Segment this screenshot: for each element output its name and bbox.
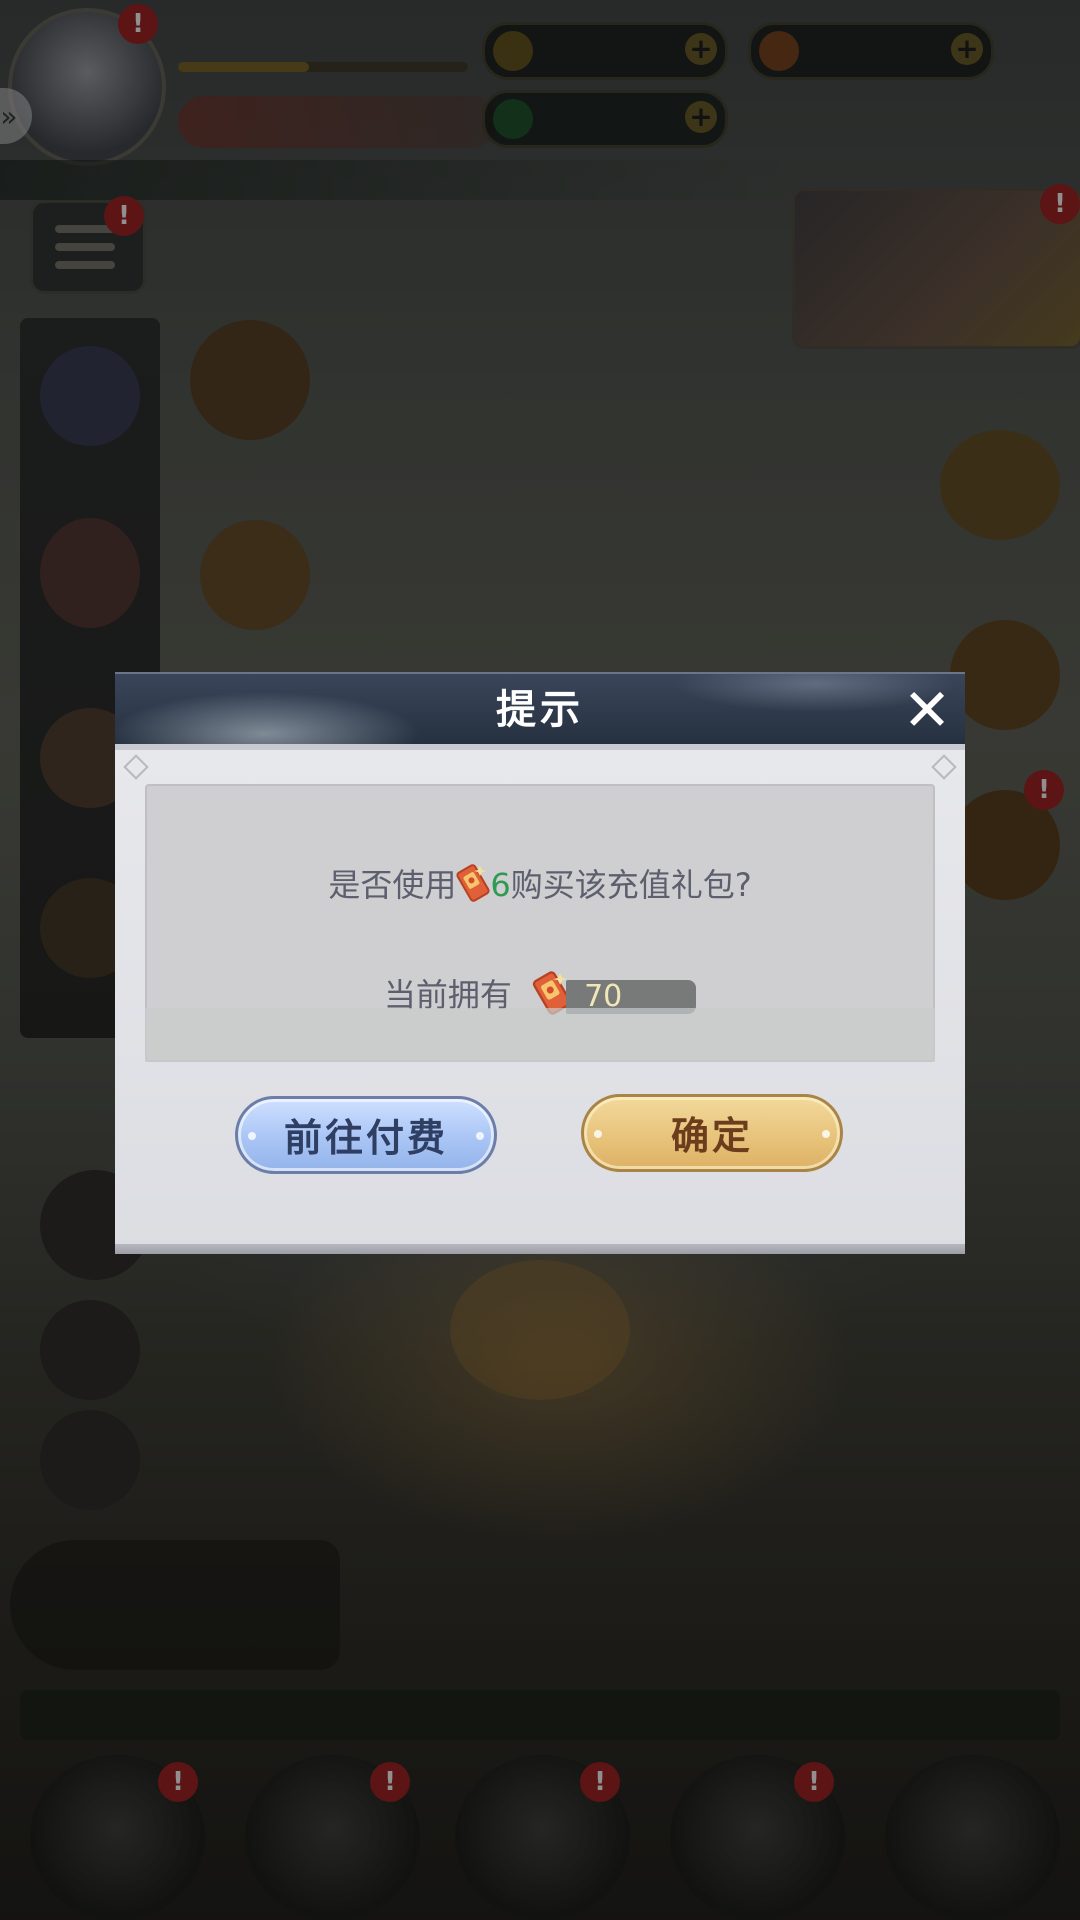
dialog-title: 提示 xyxy=(496,687,584,733)
dialog-body: 是否使用 6购买该充值礼包? 当前拥有 70 前往付费 确定 xyxy=(115,744,965,1254)
purchase-prompt-dialog: 提示 ✕ 是否使用 6购买该充值礼包? 当前拥有 70 前往付费 确定 xyxy=(115,672,965,1254)
confirm-button[interactable]: 确定 xyxy=(581,1094,843,1172)
dialog-header: 提示 ✕ xyxy=(115,672,965,746)
owned-label: 当前拥有 xyxy=(383,976,512,1014)
question-suffix: 购买该充值礼包? xyxy=(510,866,752,904)
message-panel: 是否使用 6购买该充值礼包? 当前拥有 70 xyxy=(145,784,935,1062)
close-icon[interactable]: ✕ xyxy=(899,681,955,739)
owned-amount: 70 xyxy=(566,980,697,1014)
owned-line: 当前拥有 70 xyxy=(145,970,935,1019)
red-ticket-icon xyxy=(456,864,490,902)
corner-ornament xyxy=(931,754,957,780)
go-pay-button[interactable]: 前往付费 xyxy=(235,1096,497,1174)
cost-amount: 6 xyxy=(490,866,511,904)
question-prefix: 是否使用 xyxy=(328,866,457,904)
corner-ornament xyxy=(123,754,149,780)
purchase-question: 是否使用 6购买该充值礼包? xyxy=(145,860,935,906)
